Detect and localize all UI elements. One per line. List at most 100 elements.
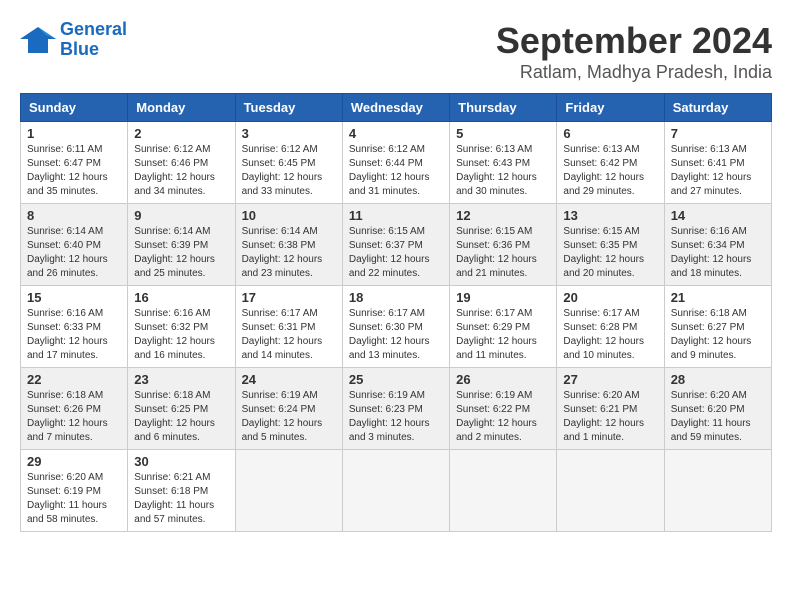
weekday-header: Thursday bbox=[450, 94, 557, 122]
calendar-cell: 4 Sunrise: 6:12 AMSunset: 6:44 PMDayligh… bbox=[342, 122, 449, 204]
logo-text: General Blue bbox=[60, 20, 127, 60]
calendar-cell: 7 Sunrise: 6:13 AMSunset: 6:41 PMDayligh… bbox=[664, 122, 771, 204]
calendar-cell: 19 Sunrise: 6:17 AMSunset: 6:29 PMDaylig… bbox=[450, 286, 557, 368]
calendar-header-row: SundayMondayTuesdayWednesdayThursdayFrid… bbox=[21, 94, 772, 122]
day-number: 24 bbox=[242, 372, 336, 387]
calendar-cell: 15 Sunrise: 6:16 AMSunset: 6:33 PMDaylig… bbox=[21, 286, 128, 368]
calendar-cell bbox=[342, 450, 449, 532]
day-info: Sunrise: 6:14 AMSunset: 6:39 PMDaylight:… bbox=[134, 225, 228, 281]
calendar-cell: 8 Sunrise: 6:14 AMSunset: 6:40 PMDayligh… bbox=[21, 204, 128, 286]
day-info: Sunrise: 6:11 AMSunset: 6:47 PMDaylight:… bbox=[27, 143, 121, 199]
title-area: September 2024 Ratlam, Madhya Pradesh, I… bbox=[496, 20, 772, 83]
calendar-cell: 22 Sunrise: 6:18 AMSunset: 6:26 PMDaylig… bbox=[21, 368, 128, 450]
day-info: Sunrise: 6:16 AMSunset: 6:34 PMDaylight:… bbox=[671, 225, 765, 281]
day-info: Sunrise: 6:19 AMSunset: 6:22 PMDaylight:… bbox=[456, 389, 550, 445]
weekday-header: Tuesday bbox=[235, 94, 342, 122]
weekday-header: Sunday bbox=[21, 94, 128, 122]
day-info: Sunrise: 6:14 AMSunset: 6:38 PMDaylight:… bbox=[242, 225, 336, 281]
day-number: 6 bbox=[563, 126, 657, 141]
calendar-cell: 10 Sunrise: 6:14 AMSunset: 6:38 PMDaylig… bbox=[235, 204, 342, 286]
day-info: Sunrise: 6:18 AMSunset: 6:26 PMDaylight:… bbox=[27, 389, 121, 445]
day-info: Sunrise: 6:16 AMSunset: 6:33 PMDaylight:… bbox=[27, 307, 121, 363]
calendar-cell bbox=[664, 450, 771, 532]
day-info: Sunrise: 6:15 AMSunset: 6:36 PMDaylight:… bbox=[456, 225, 550, 281]
calendar-cell: 3 Sunrise: 6:12 AMSunset: 6:45 PMDayligh… bbox=[235, 122, 342, 204]
calendar-cell: 2 Sunrise: 6:12 AMSunset: 6:46 PMDayligh… bbox=[128, 122, 235, 204]
calendar-cell: 18 Sunrise: 6:17 AMSunset: 6:30 PMDaylig… bbox=[342, 286, 449, 368]
day-number: 2 bbox=[134, 126, 228, 141]
calendar-cell: 12 Sunrise: 6:15 AMSunset: 6:36 PMDaylig… bbox=[450, 204, 557, 286]
day-number: 15 bbox=[27, 290, 121, 305]
day-info: Sunrise: 6:14 AMSunset: 6:40 PMDaylight:… bbox=[27, 225, 121, 281]
day-number: 28 bbox=[671, 372, 765, 387]
calendar-title: September 2024 bbox=[496, 20, 772, 62]
calendar-cell bbox=[450, 450, 557, 532]
day-number: 4 bbox=[349, 126, 443, 141]
day-number: 9 bbox=[134, 208, 228, 223]
calendar-table: SundayMondayTuesdayWednesdayThursdayFrid… bbox=[20, 93, 772, 532]
day-number: 3 bbox=[242, 126, 336, 141]
day-number: 25 bbox=[349, 372, 443, 387]
day-info: Sunrise: 6:17 AMSunset: 6:30 PMDaylight:… bbox=[349, 307, 443, 363]
weekday-header: Friday bbox=[557, 94, 664, 122]
calendar-cell: 30 Sunrise: 6:21 AMSunset: 6:18 PMDaylig… bbox=[128, 450, 235, 532]
day-number: 14 bbox=[671, 208, 765, 223]
calendar-cell: 25 Sunrise: 6:19 AMSunset: 6:23 PMDaylig… bbox=[342, 368, 449, 450]
calendar-cell: 11 Sunrise: 6:15 AMSunset: 6:37 PMDaylig… bbox=[342, 204, 449, 286]
logo-icon bbox=[20, 25, 56, 55]
calendar-cell: 17 Sunrise: 6:17 AMSunset: 6:31 PMDaylig… bbox=[235, 286, 342, 368]
day-info: Sunrise: 6:15 AMSunset: 6:35 PMDaylight:… bbox=[563, 225, 657, 281]
day-info: Sunrise: 6:16 AMSunset: 6:32 PMDaylight:… bbox=[134, 307, 228, 363]
calendar-cell bbox=[235, 450, 342, 532]
calendar-cell: 6 Sunrise: 6:13 AMSunset: 6:42 PMDayligh… bbox=[557, 122, 664, 204]
calendar-cell: 20 Sunrise: 6:17 AMSunset: 6:28 PMDaylig… bbox=[557, 286, 664, 368]
day-number: 12 bbox=[456, 208, 550, 223]
calendar-cell: 13 Sunrise: 6:15 AMSunset: 6:35 PMDaylig… bbox=[557, 204, 664, 286]
day-info: Sunrise: 6:12 AMSunset: 6:45 PMDaylight:… bbox=[242, 143, 336, 199]
day-number: 20 bbox=[563, 290, 657, 305]
day-info: Sunrise: 6:19 AMSunset: 6:23 PMDaylight:… bbox=[349, 389, 443, 445]
day-number: 16 bbox=[134, 290, 228, 305]
day-info: Sunrise: 6:17 AMSunset: 6:28 PMDaylight:… bbox=[563, 307, 657, 363]
calendar-week-row: 15 Sunrise: 6:16 AMSunset: 6:33 PMDaylig… bbox=[21, 286, 772, 368]
day-number: 26 bbox=[456, 372, 550, 387]
day-info: Sunrise: 6:18 AMSunset: 6:25 PMDaylight:… bbox=[134, 389, 228, 445]
calendar-cell: 27 Sunrise: 6:20 AMSunset: 6:21 PMDaylig… bbox=[557, 368, 664, 450]
calendar-cell: 24 Sunrise: 6:19 AMSunset: 6:24 PMDaylig… bbox=[235, 368, 342, 450]
day-info: Sunrise: 6:18 AMSunset: 6:27 PMDaylight:… bbox=[671, 307, 765, 363]
calendar-cell: 26 Sunrise: 6:19 AMSunset: 6:22 PMDaylig… bbox=[450, 368, 557, 450]
day-number: 19 bbox=[456, 290, 550, 305]
calendar-cell: 9 Sunrise: 6:14 AMSunset: 6:39 PMDayligh… bbox=[128, 204, 235, 286]
calendar-week-row: 1 Sunrise: 6:11 AMSunset: 6:47 PMDayligh… bbox=[21, 122, 772, 204]
weekday-header: Monday bbox=[128, 94, 235, 122]
logo-line2: Blue bbox=[60, 39, 99, 59]
day-info: Sunrise: 6:13 AMSunset: 6:42 PMDaylight:… bbox=[563, 143, 657, 199]
day-info: Sunrise: 6:12 AMSunset: 6:46 PMDaylight:… bbox=[134, 143, 228, 199]
calendar-cell: 21 Sunrise: 6:18 AMSunset: 6:27 PMDaylig… bbox=[664, 286, 771, 368]
calendar-cell: 29 Sunrise: 6:20 AMSunset: 6:19 PMDaylig… bbox=[21, 450, 128, 532]
day-info: Sunrise: 6:20 AMSunset: 6:19 PMDaylight:… bbox=[27, 471, 121, 527]
day-info: Sunrise: 6:17 AMSunset: 6:31 PMDaylight:… bbox=[242, 307, 336, 363]
calendar-week-row: 8 Sunrise: 6:14 AMSunset: 6:40 PMDayligh… bbox=[21, 204, 772, 286]
calendar-cell bbox=[557, 450, 664, 532]
day-info: Sunrise: 6:21 AMSunset: 6:18 PMDaylight:… bbox=[134, 471, 228, 527]
day-info: Sunrise: 6:20 AMSunset: 6:21 PMDaylight:… bbox=[563, 389, 657, 445]
day-number: 18 bbox=[349, 290, 443, 305]
day-number: 10 bbox=[242, 208, 336, 223]
day-info: Sunrise: 6:17 AMSunset: 6:29 PMDaylight:… bbox=[456, 307, 550, 363]
weekday-header: Wednesday bbox=[342, 94, 449, 122]
day-number: 7 bbox=[671, 126, 765, 141]
day-info: Sunrise: 6:15 AMSunset: 6:37 PMDaylight:… bbox=[349, 225, 443, 281]
day-number: 11 bbox=[349, 208, 443, 223]
day-info: Sunrise: 6:13 AMSunset: 6:41 PMDaylight:… bbox=[671, 143, 765, 199]
header: General Blue September 2024 Ratlam, Madh… bbox=[20, 20, 772, 83]
day-info: Sunrise: 6:20 AMSunset: 6:20 PMDaylight:… bbox=[671, 389, 765, 445]
day-number: 27 bbox=[563, 372, 657, 387]
day-number: 21 bbox=[671, 290, 765, 305]
calendar-cell: 5 Sunrise: 6:13 AMSunset: 6:43 PMDayligh… bbox=[450, 122, 557, 204]
calendar-cell: 14 Sunrise: 6:16 AMSunset: 6:34 PMDaylig… bbox=[664, 204, 771, 286]
calendar-week-row: 22 Sunrise: 6:18 AMSunset: 6:26 PMDaylig… bbox=[21, 368, 772, 450]
day-number: 22 bbox=[27, 372, 121, 387]
day-info: Sunrise: 6:13 AMSunset: 6:43 PMDaylight:… bbox=[456, 143, 550, 199]
calendar-cell: 28 Sunrise: 6:20 AMSunset: 6:20 PMDaylig… bbox=[664, 368, 771, 450]
